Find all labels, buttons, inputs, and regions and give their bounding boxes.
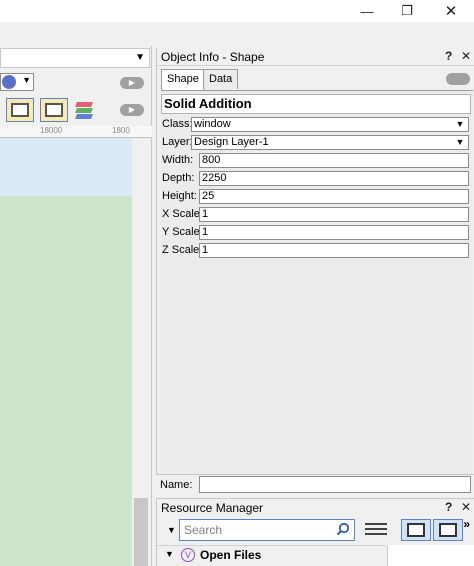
split-view-left-button[interactable]	[401, 519, 431, 541]
class-value: window	[194, 118, 231, 130]
ruler-tick-label: 18000	[40, 126, 63, 135]
class-select[interactable]: window ▼	[191, 117, 469, 132]
field-label: Width:	[162, 154, 194, 166]
resource-search-box[interactable]	[179, 519, 355, 541]
resource-tree: ▼ V Open Files	[157, 545, 385, 566]
depth-field[interactable]: 2250	[199, 171, 469, 186]
x-scale-row: X Scale: 1	[161, 207, 473, 223]
toggle-toolbar-row: ▶	[0, 98, 152, 124]
layer-row: Layer: Design Layer-1 ▼	[161, 135, 473, 151]
x-scale-field[interactable]: 1	[199, 207, 469, 222]
help-button[interactable]: ?	[445, 49, 452, 63]
globe-icon	[2, 75, 16, 89]
field-label: X Scale:	[162, 208, 203, 220]
width-row: Width: 800	[161, 153, 473, 169]
toolbar-overflow-pill[interactable]: ▶	[120, 77, 144, 89]
resource-manager-palette: Resource Manager ? ✕ ▼ » ▼ V Open Files	[156, 498, 474, 566]
vertical-scrollbar[interactable]	[132, 138, 150, 566]
help-button[interactable]: ?	[445, 500, 452, 514]
width-field[interactable]: 800	[199, 153, 469, 168]
field-label: Y Scale:	[162, 226, 203, 238]
palette-title: Resource Manager	[161, 501, 264, 515]
layer-value: Design Layer-1	[194, 136, 269, 148]
object-info-body: Solid Addition Class: window ▼ Layer: De…	[161, 90, 473, 494]
field-label: Z Scale:	[162, 244, 203, 256]
resource-search-input[interactable]	[184, 522, 334, 538]
horizontal-ruler: 18000 1800	[0, 126, 152, 138]
minimize-button[interactable]: —	[352, 0, 382, 22]
z-scale-field[interactable]: 1	[199, 243, 469, 258]
scrollbar-thumb[interactable]	[134, 498, 148, 566]
y-scale-field[interactable]: 1	[199, 225, 469, 240]
chevron-down-icon[interactable]: ▼	[165, 549, 174, 559]
name-row: Name:	[156, 474, 474, 494]
split-view-right-button[interactable]	[433, 519, 463, 541]
tab-data[interactable]: Data	[203, 69, 239, 89]
panel-right-icon	[439, 523, 457, 537]
tab-shape[interactable]: Shape	[161, 69, 205, 90]
palette-title: Object Info - Shape	[161, 50, 265, 64]
name-label: Name:	[160, 479, 193, 491]
view-toolbar-row: ▼ ▶	[0, 72, 152, 94]
drawing-canvas[interactable]	[0, 196, 132, 566]
more-options-icon[interactable]: »	[463, 517, 470, 531]
class-row: Class: window ▼	[161, 117, 473, 133]
name-field[interactable]	[199, 476, 471, 493]
search-icon[interactable]	[336, 522, 350, 536]
height-row: Height: 25	[161, 189, 473, 205]
chevron-down-icon: ▼	[22, 75, 31, 85]
drawing-canvas-top[interactable]	[0, 138, 132, 196]
maximize-button[interactable]: ❐	[392, 0, 422, 22]
view-dropdown[interactable]: ▼	[0, 48, 150, 68]
render-mode-dropdown[interactable]: ▼	[0, 73, 34, 91]
chevron-down-icon: ▼	[455, 137, 465, 147]
layer-select[interactable]: Design Layer-1 ▼	[191, 135, 469, 150]
vectorworks-file-icon: V	[181, 548, 195, 562]
ruler-toggle-button[interactable]	[6, 98, 34, 122]
chevron-down-icon: ▼	[135, 52, 145, 63]
drawing-pane: ▼ ▼ ▶ ▶ 18000 1800	[0, 46, 152, 566]
window-title-bar: — ❐ ✕	[0, 0, 474, 22]
field-label: Class:	[162, 118, 193, 130]
depth-row: Depth: 2250	[161, 171, 473, 187]
list-view-icon[interactable]	[365, 523, 387, 539]
close-window-button[interactable]: ✕	[436, 0, 466, 22]
chevron-down-icon[interactable]: ▼	[167, 525, 176, 535]
panel-left-icon	[407, 523, 425, 537]
ruler-tick-label: 1800	[112, 126, 130, 135]
resource-preview-pane	[387, 545, 474, 566]
close-icon[interactable]: ✕	[461, 49, 471, 63]
tabs-overflow-pill[interactable]	[446, 73, 470, 85]
eye-icon	[45, 103, 63, 117]
object-info-header: Object Info - Shape ? ✕	[157, 48, 474, 66]
field-label: Depth:	[162, 172, 195, 184]
resource-manager-header: Resource Manager ? ✕	[157, 499, 474, 517]
chevron-down-icon: ▼	[455, 119, 465, 129]
layers-icon[interactable]	[75, 100, 94, 120]
object-type-title: Solid Addition	[161, 94, 471, 114]
field-label: Height:	[162, 190, 197, 202]
object-info-palette: Object Info - Shape ? ✕ Shape Data Solid…	[156, 48, 474, 494]
ruler-icon	[11, 103, 29, 117]
tree-item-open-files[interactable]: Open Files	[200, 548, 261, 562]
field-label: Layer:	[162, 136, 193, 148]
z-scale-row: Z Scale: 1	[161, 243, 473, 259]
close-icon[interactable]: ✕	[461, 500, 471, 514]
visibility-toggle-button[interactable]	[40, 98, 68, 122]
height-field[interactable]: 25	[199, 189, 469, 204]
y-scale-row: Y Scale: 1	[161, 225, 473, 241]
toolbar-overflow-pill[interactable]: ▶	[120, 104, 144, 116]
